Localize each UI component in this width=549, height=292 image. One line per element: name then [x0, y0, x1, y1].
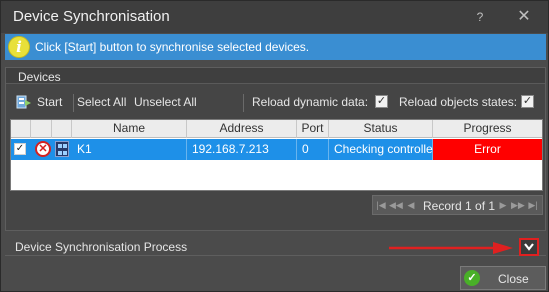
next-record-button[interactable]: ▶ — [497, 198, 509, 212]
start-button[interactable]: Start — [37, 95, 62, 109]
cell-progress: Error — [433, 139, 542, 160]
devices-toolbar: Start Select All Unselect All Reload dyn… — [10, 92, 543, 114]
reload-objects-checkbox[interactable]: ✓ — [521, 95, 534, 108]
expand-process-button[interactable] — [519, 238, 539, 256]
record-pager: |◀ ◀◀ ◀ Record 1 of 1 ▶ ▶▶ ▶| — [372, 195, 543, 215]
column-header-progress[interactable]: Progress — [433, 120, 542, 138]
cell-address: 192.168.7.213 — [187, 139, 297, 160]
help-button[interactable]: ? — [469, 7, 491, 27]
close-button-label: Close — [498, 272, 529, 286]
cell-name: K1 — [72, 139, 187, 160]
toolbar-separator — [73, 94, 74, 112]
header-type — [52, 120, 72, 138]
error-icon: ✕ — [35, 141, 51, 157]
window-title: Device Synchronisation — [13, 8, 170, 25]
first-page-button[interactable]: |◀ — [375, 198, 387, 212]
unselect-all-button[interactable]: Unselect All — [134, 95, 197, 109]
close-window-button[interactable]: ✕ — [513, 7, 535, 27]
chevron-down-icon — [524, 243, 534, 251]
devices-group-title: Devices — [18, 70, 61, 84]
annotation-arrow — [389, 242, 513, 254]
prev-block-button[interactable]: ◀◀ — [389, 198, 403, 212]
header-select — [11, 120, 31, 138]
column-header-status[interactable]: Status — [329, 120, 433, 138]
reload-dynamic-checkbox[interactable]: ✓ — [375, 95, 388, 108]
devices-grid: Name Address Port Status Progress ✓ ✕ K1… — [10, 119, 543, 191]
close-button[interactable]: ✓ Close — [460, 266, 546, 290]
record-counter: Record 1 of 1 — [423, 199, 496, 213]
start-icon — [16, 95, 31, 109]
controller-icon — [55, 141, 69, 157]
next-block-button[interactable]: ▶▶ — [511, 198, 525, 212]
cell-status: Checking controller — [329, 139, 437, 160]
sync-process-title: Device Synchronisation Process — [15, 240, 188, 254]
checkmark-icon: ✓ — [464, 270, 480, 286]
cell-port: 0 — [297, 139, 329, 160]
table-row[interactable]: ✓ ✕ K1 192.168.7.213 0 Checking controll… — [11, 139, 542, 160]
last-page-button[interactable]: ▶| — [527, 198, 539, 212]
toolbar-separator — [243, 94, 244, 112]
select-all-button[interactable]: Select All — [77, 95, 126, 109]
info-icon: i — [8, 36, 30, 58]
info-bar: i Click [Start] button to synchronise se… — [5, 34, 546, 60]
reload-objects-label: Reload objects states: — [399, 95, 518, 109]
header-state — [31, 120, 52, 138]
column-header-name[interactable]: Name — [72, 120, 187, 138]
column-header-port[interactable]: Port — [297, 120, 329, 138]
column-header-address[interactable]: Address — [187, 120, 297, 138]
reload-dynamic-label: Reload dynamic data: — [252, 95, 369, 109]
devices-group-header: Devices — [6, 68, 545, 84]
row-checkbox[interactable]: ✓ — [14, 143, 26, 155]
info-text: Click [Start] button to synchronise sele… — [35, 40, 310, 54]
device-sync-window: Device Synchronisation ? ✕ i Click [Star… — [0, 0, 549, 292]
title-bar: Device Synchronisation ? ✕ — [1, 1, 548, 33]
prev-record-button[interactable]: ◀ — [405, 198, 417, 212]
grid-header: Name Address Port Status Progress — [11, 120, 542, 138]
devices-group: Devices Start Select All Unselect All Re… — [5, 67, 546, 231]
